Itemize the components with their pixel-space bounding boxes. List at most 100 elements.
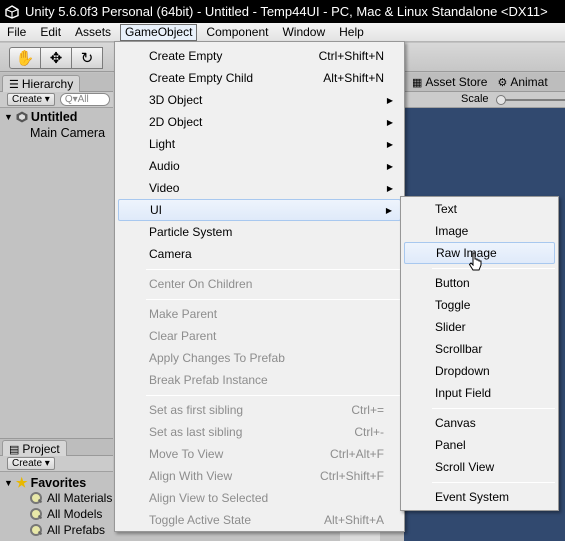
menu-item-align-view-to-selected[interactable]: Align View to Selected (118, 487, 401, 509)
menu-item-audio[interactable]: Audio ▶ (118, 155, 401, 177)
window-titlebar: Unity 5.6.0f3 Personal (64bit) - Untitle… (0, 0, 565, 23)
menubar: File Edit Assets GameObject Component Wi… (0, 23, 565, 42)
menu-item-particle-system[interactable]: Particle System (118, 221, 401, 243)
menu-item-2d-object[interactable]: 2D Object ▶ (118, 111, 401, 133)
project-create-label: Create (12, 458, 43, 469)
menu-help[interactable]: Help (332, 24, 371, 41)
menu-item-shortcut: Alt+Shift+A (323, 513, 384, 527)
submenu-item-slider[interactable]: Slider (404, 316, 555, 338)
menu-edit[interactable]: Edit (33, 24, 68, 41)
submenu-item-text[interactable]: Text (404, 198, 555, 220)
menu-item-ui[interactable]: UI ▶ (118, 199, 401, 221)
menu-file[interactable]: File (0, 24, 33, 41)
move-tool-icon[interactable]: ✥ (40, 47, 72, 69)
submenu-arrow-icon: ▶ (385, 205, 392, 215)
favorite-all-models[interactable]: All Models (30, 507, 102, 521)
menu-item-label: 3D Object (149, 93, 203, 107)
menu-item-label: Apply Changes To Prefab (149, 351, 285, 365)
submenu-item-scrollbar[interactable]: Scrollbar (404, 338, 555, 360)
menu-item-toggle-active-state[interactable]: Toggle Active State Alt+Shift+A (118, 509, 401, 531)
menu-item-video[interactable]: Video ▶ (118, 177, 401, 199)
gameobject-menu: Create Empty Ctrl+Shift+N Create Empty C… (114, 41, 405, 532)
submenu-item-event-system[interactable]: Event System (404, 486, 555, 508)
menu-item-shortcut: Ctrl+Alt+F (329, 447, 384, 461)
project-folder-icon: ▤ (9, 443, 20, 456)
tab-hierarchy-label: Hierarchy (21, 77, 74, 91)
favorite-all-prefabs[interactable]: All Prefabs (30, 523, 105, 537)
favorite-label: All Prefabs (47, 523, 106, 537)
scene-row[interactable]: ▼ Untitled (4, 109, 77, 125)
favorites-row[interactable]: ▼ ★ Favorites (4, 475, 86, 491)
menu-item-move-to-view[interactable]: Move To View Ctrl+Alt+F (118, 443, 401, 465)
menu-item-clear-parent[interactable]: Clear Parent (118, 325, 401, 347)
menu-separator (146, 395, 401, 396)
menu-item-label: Raw Image (436, 246, 497, 260)
tab-project-label: Project (22, 442, 60, 456)
menu-item-3d-object[interactable]: 3D Object ▶ (118, 89, 401, 111)
tab-project[interactable]: ▤ Project (2, 440, 67, 457)
menu-gameobject[interactable]: GameObject (120, 23, 198, 41)
menu-item-label: UI (150, 203, 162, 217)
menu-item-make-parent[interactable]: Make Parent (118, 303, 401, 325)
menu-item-apply-changes-to-prefab[interactable]: Apply Changes To Prefab (118, 347, 401, 369)
scale-slider-track[interactable] (499, 99, 565, 101)
menu-separator (146, 299, 401, 300)
submenu-item-button[interactable]: Button (404, 272, 555, 294)
menu-item-label: Video (149, 181, 180, 195)
hierarchy-item-main-camera[interactable]: Main Camera (30, 125, 105, 141)
submenu-item-image[interactable]: Image (404, 220, 555, 242)
menu-item-label: Make Parent (149, 307, 218, 321)
scale-label: Scale (461, 93, 489, 105)
menu-item-center-on-children[interactable]: Center On Children (118, 273, 401, 295)
unity-scene-icon (16, 111, 28, 123)
submenu-item-toggle[interactable]: Toggle (404, 294, 555, 316)
menu-item-label: Text (435, 202, 458, 216)
window-title: Unity 5.6.0f3 Personal (64bit) - Untitle… (25, 4, 548, 19)
menu-item-label: Toggle (435, 298, 471, 312)
project-create-button[interactable]: Create ▾ (7, 457, 55, 470)
scale-slider-handle[interactable] (496, 95, 506, 105)
hierarchy-search-input[interactable]: Q▾All (59, 93, 110, 106)
menu-item-light[interactable]: Light ▶ (118, 133, 401, 155)
menu-item-create-empty-child[interactable]: Create Empty Child Alt+Shift+N (118, 67, 401, 89)
hierarchy-tree: ▼ Untitled Main Camera (0, 108, 113, 438)
menu-item-break-prefab-instance[interactable]: Break Prefab Instance (118, 369, 401, 391)
menu-window[interactable]: Window (275, 24, 332, 41)
menu-item-shortcut: Ctrl+Shift+N (318, 49, 384, 63)
menu-item-label: Center On Children (149, 277, 253, 291)
expand-arrow-icon[interactable]: ▼ (4, 478, 13, 488)
hierarchy-header: ☰ Hierarchy (0, 73, 113, 92)
star-icon: ★ (15, 475, 28, 490)
menu-assets[interactable]: Assets (68, 24, 118, 41)
tab-animator[interactable]: ⚙ Animat (497, 75, 547, 89)
menu-item-label: Camera (149, 247, 192, 261)
menu-item-set-as-last-sibling[interactable]: Set as last sibling Ctrl+- (118, 421, 401, 443)
scene-name: Untitled (30, 110, 78, 124)
project-header: ▤ Project (0, 438, 113, 457)
submenu-item-panel[interactable]: Panel (404, 434, 555, 456)
favorite-all-materials[interactable]: All Materials (30, 491, 112, 505)
submenu-item-input-field[interactable]: Input Field (404, 382, 555, 404)
favorite-label: All Models (47, 507, 103, 521)
favorite-label: All Materials (47, 491, 113, 505)
tab-hierarchy[interactable]: ☰ Hierarchy (2, 75, 81, 92)
expand-arrow-icon[interactable]: ▼ (4, 112, 13, 122)
menu-item-camera[interactable]: Camera (118, 243, 401, 265)
hierarchy-create-button[interactable]: Create ▾ (7, 93, 55, 106)
menu-item-label: Canvas (435, 416, 476, 430)
search-icon (30, 492, 42, 504)
menu-item-align-with-view[interactable]: Align With View Ctrl+Shift+F (118, 465, 401, 487)
menu-item-set-as-first-sibling[interactable]: Set as first sibling Ctrl+= (118, 399, 401, 421)
menu-item-label: Audio (149, 159, 180, 173)
tab-asset-store[interactable]: ▦ Asset Store (412, 75, 487, 89)
menu-item-label: Align With View (149, 469, 233, 483)
rotate-tool-icon[interactable]: ↻ (71, 47, 103, 69)
submenu-item-canvas[interactable]: Canvas (404, 412, 555, 434)
hand-tool-icon[interactable]: ✋ (9, 47, 41, 69)
menu-component[interactable]: Component (199, 24, 275, 41)
pointer-cursor-icon (468, 252, 484, 274)
menu-item-label: 2D Object (149, 115, 203, 129)
menu-item-create-empty[interactable]: Create Empty Ctrl+Shift+N (118, 45, 401, 67)
submenu-item-dropdown[interactable]: Dropdown (404, 360, 555, 382)
submenu-item-scroll-view[interactable]: Scroll View (404, 456, 555, 478)
